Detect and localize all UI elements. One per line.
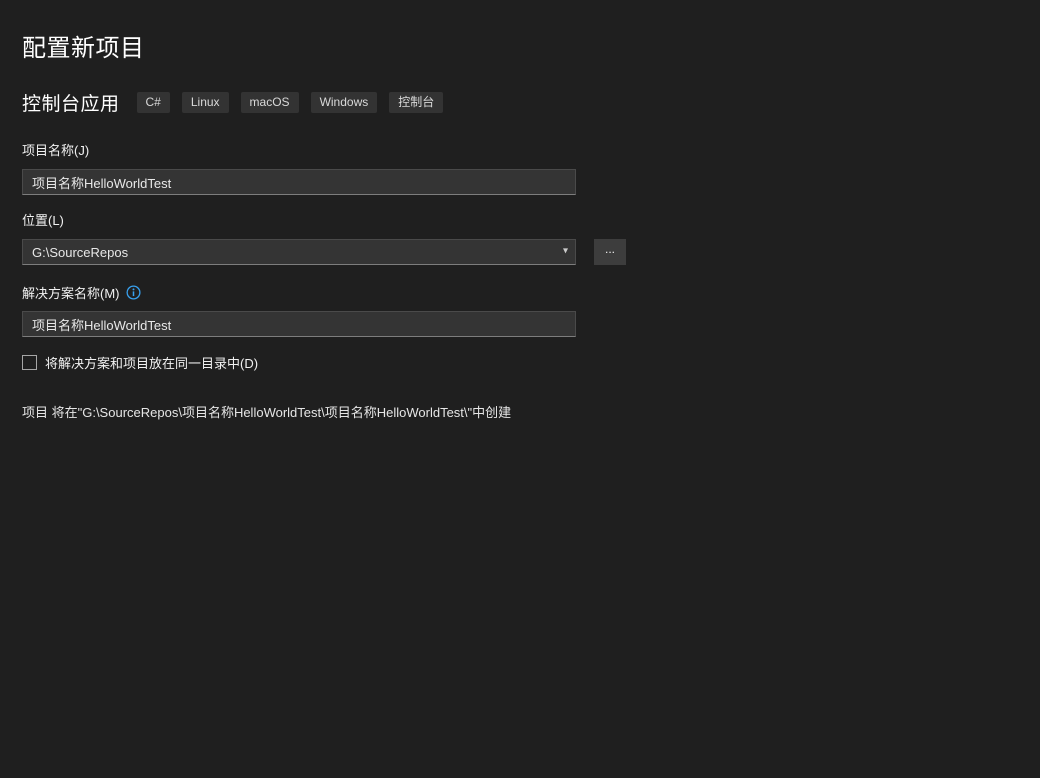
location-row: G:\SourceRepos ▾ ... bbox=[22, 239, 1018, 265]
tag-macos: macOS bbox=[241, 92, 299, 113]
location-combobox[interactable]: G:\SourceRepos ▾ bbox=[22, 239, 576, 265]
solution-name-field: 解决方案名称(M) bbox=[22, 283, 1018, 337]
browse-button[interactable]: ... bbox=[594, 239, 626, 265]
template-header-row: 控制台应用 C# Linux macOS Windows 控制台 bbox=[22, 89, 1018, 116]
creation-info-text: 项目 将在"G:\SourceRepos\项目名称HelloWorldTest\… bbox=[22, 402, 1018, 421]
configure-new-project-page: 配置新项目 控制台应用 C# Linux macOS Windows 控制台 项… bbox=[0, 0, 1040, 421]
location-label: 位置(L) bbox=[22, 210, 64, 229]
location-combobox-value: G:\SourceRepos bbox=[32, 245, 128, 260]
chevron-down-icon: ▾ bbox=[563, 247, 568, 257]
same-directory-option[interactable]: 将解决方案和项目放在同一目录中(D) bbox=[22, 353, 1018, 372]
solution-name-input[interactable] bbox=[22, 311, 576, 337]
template-tags: C# Linux macOS Windows 控制台 bbox=[137, 92, 444, 113]
project-name-label: 项目名称(J) bbox=[22, 140, 89, 159]
project-name-input[interactable] bbox=[22, 169, 576, 195]
location-field: 位置(L) G:\SourceRepos ▾ ... bbox=[22, 210, 1018, 265]
solution-name-label-row: 解决方案名称(M) bbox=[22, 283, 1018, 302]
template-name: 控制台应用 bbox=[22, 89, 120, 116]
project-name-field: 项目名称(J) bbox=[22, 140, 1018, 195]
same-directory-checkbox-label: 将解决方案和项目放在同一目录中(D) bbox=[45, 353, 258, 372]
tag-csharp: C# bbox=[137, 92, 170, 113]
solution-name-label: 解决方案名称(M) bbox=[22, 283, 120, 302]
info-icon[interactable] bbox=[126, 285, 141, 300]
tag-windows: Windows bbox=[311, 92, 378, 113]
page-title: 配置新项目 bbox=[22, 28, 1018, 63]
same-directory-checkbox[interactable] bbox=[22, 355, 37, 370]
tag-console: 控制台 bbox=[389, 92, 443, 113]
tag-linux: Linux bbox=[182, 92, 229, 113]
